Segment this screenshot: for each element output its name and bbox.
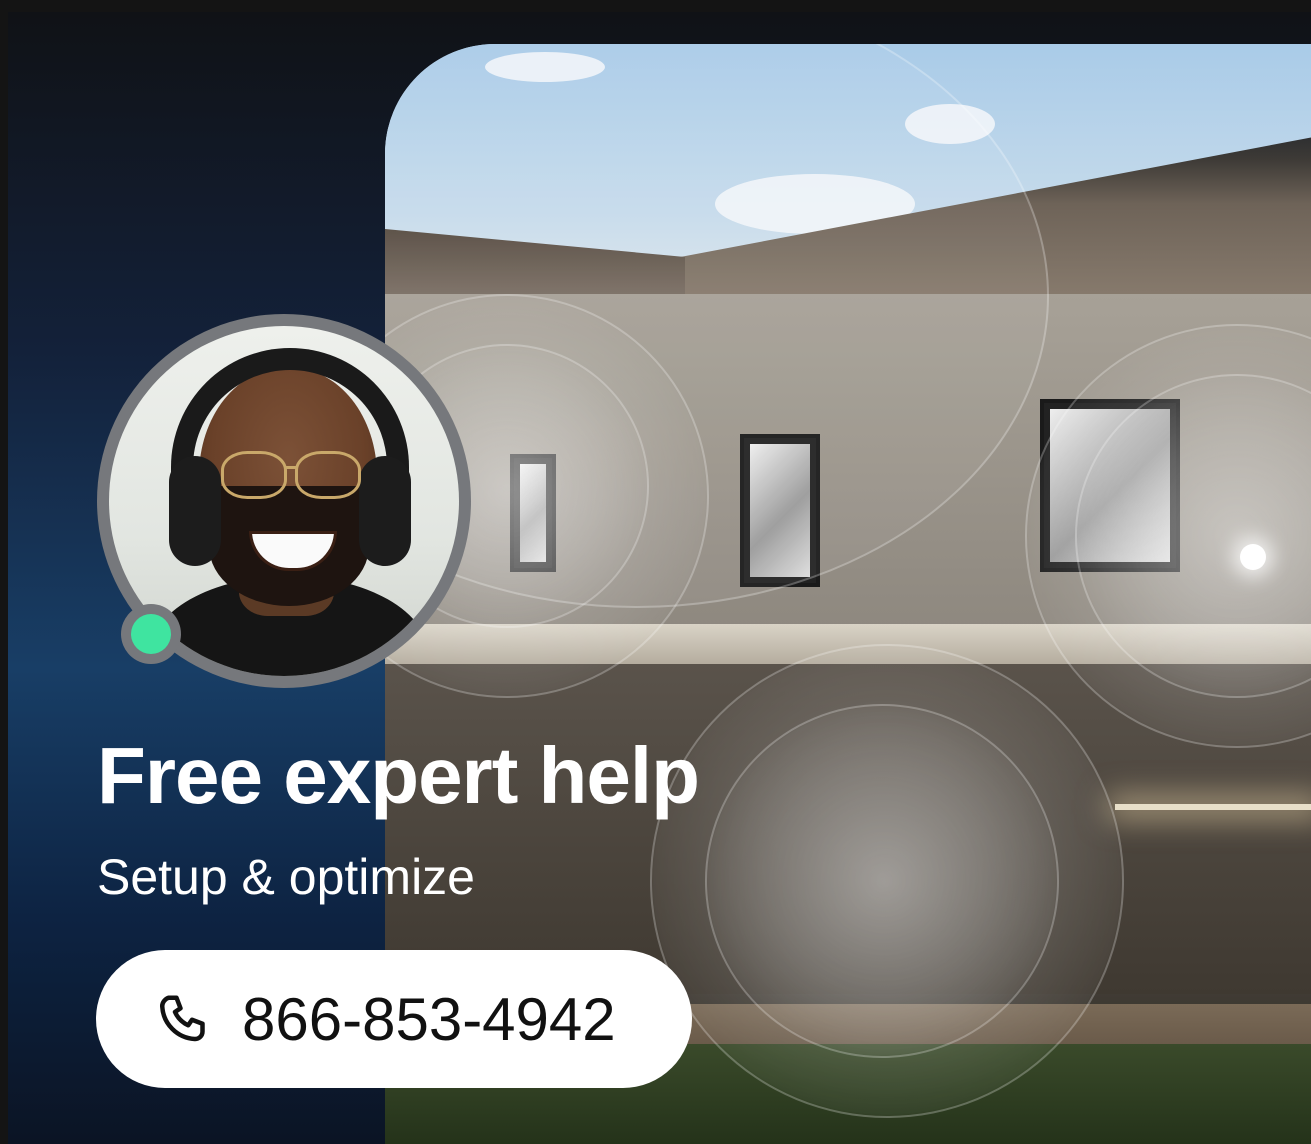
phone-icon (160, 995, 205, 1042)
promo-banner: Free expert help Setup & optimize 866-85… (8, 12, 1311, 1144)
kitchen-light (1115, 804, 1311, 810)
online-dot-icon (121, 604, 181, 664)
phone-number: 866-853-4942 (242, 985, 616, 1053)
promo-title: Free expert help (97, 731, 700, 820)
wifi-node-icon (1240, 544, 1266, 570)
promo-subtitle: Setup & optimize (97, 849, 475, 905)
call-button[interactable]: 866-853-4942 (96, 950, 692, 1088)
wifi-coverage-ring (705, 704, 1059, 1058)
